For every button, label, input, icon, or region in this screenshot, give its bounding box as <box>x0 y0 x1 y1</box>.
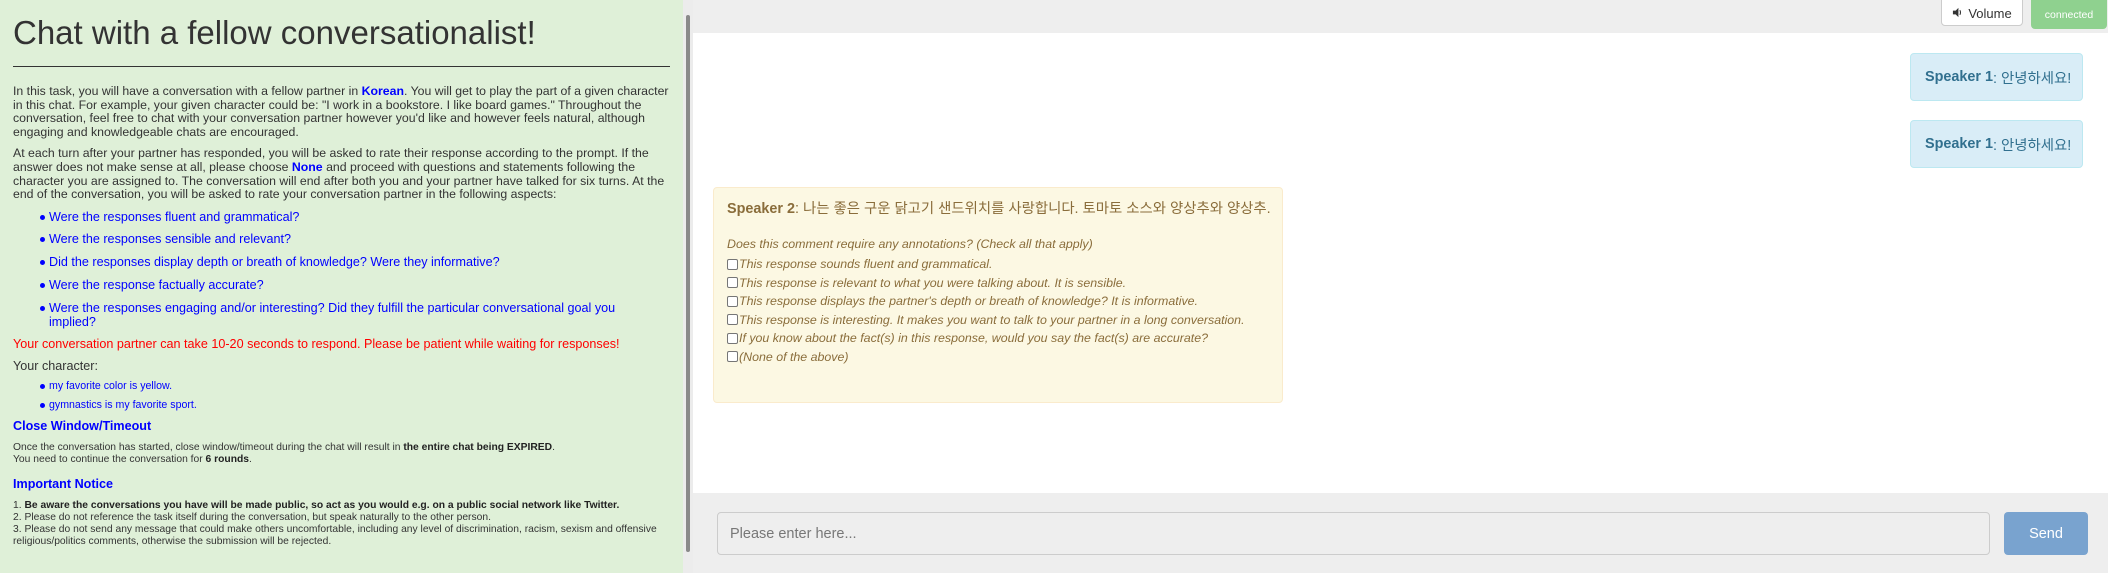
checkbox[interactable] <box>727 332 738 344</box>
character-traits-list: my favorite color is yellow. gymnastics … <box>40 380 670 411</box>
patience-warning: Your conversation partner can take 10-20… <box>13 337 620 352</box>
annotation-option-accurate[interactable]: If you know about the fact(s) in this re… <box>727 329 1282 348</box>
notice-item-3: 3. Please do not send any message that c… <box>13 523 657 547</box>
page-title: Chat with a fellow conversationalist! <box>13 14 536 51</box>
timeout-text-end: . <box>552 441 555 453</box>
message-line: Speaker 2: 나는 좋은 구운 닭고기 샌드위치를 사랑합니다. 토마토… <box>727 201 1282 217</box>
instructions-panel: Chat with a fellow conversationalist! In… <box>0 0 683 573</box>
timeout-text-part: Once the conversation has started, close… <box>13 441 404 453</box>
message-text: : 안녕하세요! <box>1993 70 2072 87</box>
timeout-title: Close Window/Timeout <box>13 418 152 433</box>
notice-item-1: 1. Be aware the conversations you have w… <box>13 500 670 512</box>
connection-status-badge: connected <box>2031 0 2107 29</box>
option-label: If you know about the fact(s) in this re… <box>739 331 1209 346</box>
message-text: : 나는 좋은 구운 닭고기 샌드위치를 사랑합니다. 토마토 소스와 양상추와… <box>795 201 1271 217</box>
speaker-name: Speaker 1 <box>1925 136 1994 152</box>
volume-label: Volume <box>1968 5 2012 21</box>
list-item: Were the responses fluent and grammatica… <box>40 210 670 224</box>
title-divider <box>13 66 670 67</box>
speaker-name: Speaker 1 <box>1925 69 1994 85</box>
message-list: Speaker 1: 안녕하세요! Speaker 1: 안녕하세요! Spea… <box>693 33 2108 493</box>
intro-paragraph: In this task, you will have a conversati… <box>13 84 670 139</box>
timeout-text-bold: the entire chat being EXPIRED <box>403 441 553 453</box>
option-label: This response is relevant to what you we… <box>739 275 1127 290</box>
chat-topbar: Volume connected <box>693 0 2108 33</box>
send-button[interactable]: Send <box>2004 512 2088 555</box>
annotation-option-fluent[interactable]: This response sounds fluent and grammati… <box>727 255 1282 274</box>
list-item: my favorite color is yellow. <box>40 380 670 392</box>
option-label: (None of the above) <box>739 349 849 364</box>
message-bubble: Speaker 1: 안녕하세요! <box>1910 53 2083 101</box>
option-label: This response is interesting. It makes y… <box>739 312 1245 327</box>
chat-panel: Volume connected Speaker 1: 안녕하세요! Speak… <box>693 0 2108 573</box>
annotation-option-none[interactable]: (None of the above) <box>727 348 1282 367</box>
timeout-text: Once the conversation has started, close… <box>13 442 670 454</box>
list-item: Were the responses sensible and relevant… <box>40 232 670 246</box>
list-item: gymnastics is my favorite sport. <box>40 399 670 411</box>
rating-paragraph: At each turn after your partner has resp… <box>13 147 670 201</box>
aspects-list: Were the responses fluent and grammatica… <box>40 210 670 329</box>
option-label: This response sounds fluent and grammati… <box>739 257 993 272</box>
notice-item-2: 2. Please do not reference the task itse… <box>13 511 491 523</box>
option-label: This response displays the partner's dep… <box>739 294 1198 309</box>
speaker-name: Speaker 2 <box>727 201 796 217</box>
annotation-option-informative[interactable]: This response displays the partner's dep… <box>727 292 1282 311</box>
language-name: Korean <box>361 84 404 98</box>
annotation-option-sensible[interactable]: This response is relevant to what you we… <box>727 274 1282 293</box>
left-panel-scrollbar[interactable] <box>686 15 690 552</box>
rounds-text: You need to continue the conversation fo… <box>13 454 670 466</box>
list-item: Were the responses engaging and/or inter… <box>40 301 670 329</box>
character-label: Your character: <box>13 359 98 374</box>
checkbox[interactable] <box>727 351 738 363</box>
partner-message-card: Speaker 2: 나는 좋은 구운 닭고기 샌드위치를 사랑합니다. 토마토… <box>713 187 1283 403</box>
checkbox[interactable] <box>727 314 738 326</box>
checkbox[interactable] <box>727 277 738 289</box>
checkbox[interactable] <box>727 258 738 270</box>
notice-number: 1. <box>13 499 25 511</box>
checkbox[interactable] <box>727 295 738 307</box>
message-input[interactable] <box>717 512 1990 555</box>
none-keyword: None <box>291 159 323 174</box>
rounds-text-end: . <box>249 453 252 465</box>
notice-title: Important Notice <box>13 476 114 491</box>
intro-text: In this task, you will have a conversati… <box>13 84 362 98</box>
speaker-icon <box>1952 6 1963 21</box>
annotation-question: Does this comment require any annotation… <box>727 237 1093 251</box>
notice-bold-text: Be aware the conversations you have will… <box>24 499 620 511</box>
rounds-text-bold: 6 rounds <box>205 453 250 465</box>
list-item: Did the responses display depth or breat… <box>40 255 670 269</box>
rounds-text-part: You need to continue the conversation fo… <box>13 453 206 465</box>
message-bubble: Speaker 1: 안녕하세요! <box>1910 120 2083 168</box>
annotation-option-interesting[interactable]: This response is interesting. It makes y… <box>727 311 1282 330</box>
message-input-bar: Send <box>693 493 2108 573</box>
message-text: : 안녕하세요! <box>1993 137 2072 154</box>
list-item: Were the response factually accurate? <box>40 278 670 292</box>
volume-button[interactable]: Volume <box>1941 0 2023 26</box>
